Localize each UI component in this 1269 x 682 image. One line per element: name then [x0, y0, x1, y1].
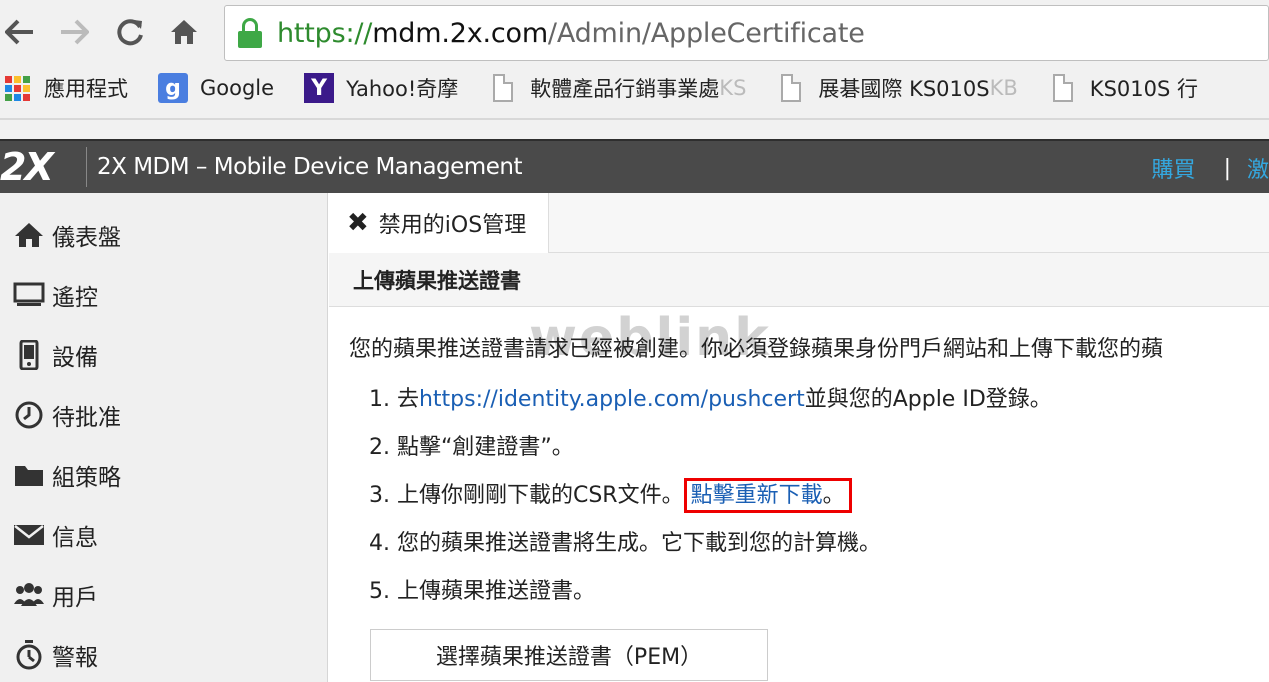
- sidebar-item-messages[interactable]: 信息: [12, 515, 98, 555]
- clock-icon: [12, 398, 46, 432]
- bookmark-google[interactable]: g Google: [158, 73, 274, 103]
- sidebar-item-remote[interactable]: 遙控: [12, 275, 98, 315]
- bookmark-apps[interactable]: 應用程式: [2, 73, 128, 103]
- page-icon: [488, 73, 518, 103]
- sidebar-item-devices[interactable]: 設備: [12, 335, 98, 375]
- envelope-icon: [12, 518, 46, 552]
- lock-icon: [237, 18, 263, 48]
- tab-bar: ✖ 禁用的iOS管理: [329, 193, 1269, 253]
- bookmark-yahoo[interactable]: Y Yahoo!奇摩: [304, 73, 458, 103]
- phone-icon: [12, 338, 46, 372]
- app-header: 2X 2X MDM – Mobile Device Management 購買 …: [0, 139, 1269, 193]
- step-5: 5. 上傳蘋果推送證書。: [369, 579, 595, 604]
- sidebar-item-alerts[interactable]: 警報: [12, 635, 98, 675]
- sidebar: 儀表盤 遙控 設備 待批准 組策略 信息 用戶 警報: [0, 193, 328, 682]
- monitor-icon: [12, 278, 46, 312]
- url-text[interactable]: https://mdm.2x.com/Admin/AppleCertificat…: [277, 18, 865, 49]
- highlight-box: 點擊重新下載。: [683, 478, 852, 513]
- sidebar-item-users[interactable]: 用戶: [12, 575, 98, 615]
- page-icon: [776, 73, 806, 103]
- page-icon: [1048, 73, 1078, 103]
- 2x-logo[interactable]: 2X: [0, 142, 80, 192]
- buy-link[interactable]: 購買: [1152, 152, 1196, 184]
- step-3: 3. 上傳你剛剛下載的CSR文件。 點擊重新下載。: [369, 477, 852, 513]
- google-icon: g: [158, 73, 188, 103]
- header-divider: [86, 147, 87, 187]
- reload-icon[interactable]: [112, 14, 148, 50]
- step-4: 4. 您的蘋果推送證書將生成。它下載到您的計算機。: [369, 531, 881, 556]
- bookmark-ks010s[interactable]: KS010S 行: [1048, 73, 1198, 103]
- bookmarks-bar: 應用程式 g Google Y Yahoo!奇摩 軟體產品行銷事業處 KS 展碁國…: [0, 66, 1269, 110]
- step-1: 1. 去https://identity.apple.com/pushcert並…: [369, 387, 1052, 412]
- bookmark-software-marketing[interactable]: 軟體產品行銷事業處 KS: [488, 73, 746, 103]
- tab-disabled-ios-management[interactable]: ✖ 禁用的iOS管理: [329, 193, 550, 253]
- activate-link[interactable]: 激: [1247, 152, 1269, 184]
- sidebar-item-group-policy[interactable]: 組策略: [12, 455, 121, 495]
- home-icon: [12, 218, 46, 252]
- intro-text: 您的蘋果推送證書請求已經被創建。你必須登錄蘋果身份門戶網站和上傳下載您的蘋: [349, 337, 1164, 362]
- users-icon: [12, 578, 46, 612]
- address-bar[interactable]: https://mdm.2x.com/Admin/AppleCertificat…: [224, 5, 1269, 61]
- sidebar-item-pending[interactable]: 待批准: [12, 395, 121, 435]
- apple-pushcert-link[interactable]: https://identity.apple.com/pushcert: [419, 387, 805, 412]
- forward-arrow-icon[interactable]: [56, 14, 92, 50]
- main-content: ✖ 禁用的iOS管理 上傳蘋果推送證書 weblink 您的蘋果推送證書請求已經…: [329, 193, 1269, 682]
- redownload-link[interactable]: 點擊重新下載: [691, 483, 823, 508]
- home-icon[interactable]: [166, 14, 202, 50]
- sidebar-item-dashboard[interactable]: 儀表盤: [12, 215, 121, 255]
- app-title: 2X MDM – Mobile Device Management: [97, 154, 522, 180]
- back-arrow-icon[interactable]: [2, 14, 38, 50]
- folder-icon: [12, 458, 46, 492]
- stopwatch-icon: [12, 638, 46, 672]
- choose-pem-button[interactable]: 選擇蘋果推送證書（PEM）: [370, 629, 768, 681]
- close-icon: ✖: [347, 208, 369, 238]
- step-2: 2. 點擊“創建證書”。: [369, 435, 574, 460]
- link-separator: |: [1223, 155, 1231, 181]
- yahoo-icon: Y: [304, 73, 335, 103]
- apps-grid-icon: [2, 73, 32, 103]
- section-title: 上傳蘋果推送證書: [329, 253, 1269, 307]
- header-links: 購買 | 激: [1152, 141, 1269, 195]
- bookmarks-divider: [0, 118, 1269, 120]
- bookmark-zhanqi-ks010s[interactable]: 展碁國際 KS010S KB: [776, 73, 1018, 103]
- browser-chrome: https://mdm.2x.com/Admin/AppleCertificat…: [0, 0, 1269, 140]
